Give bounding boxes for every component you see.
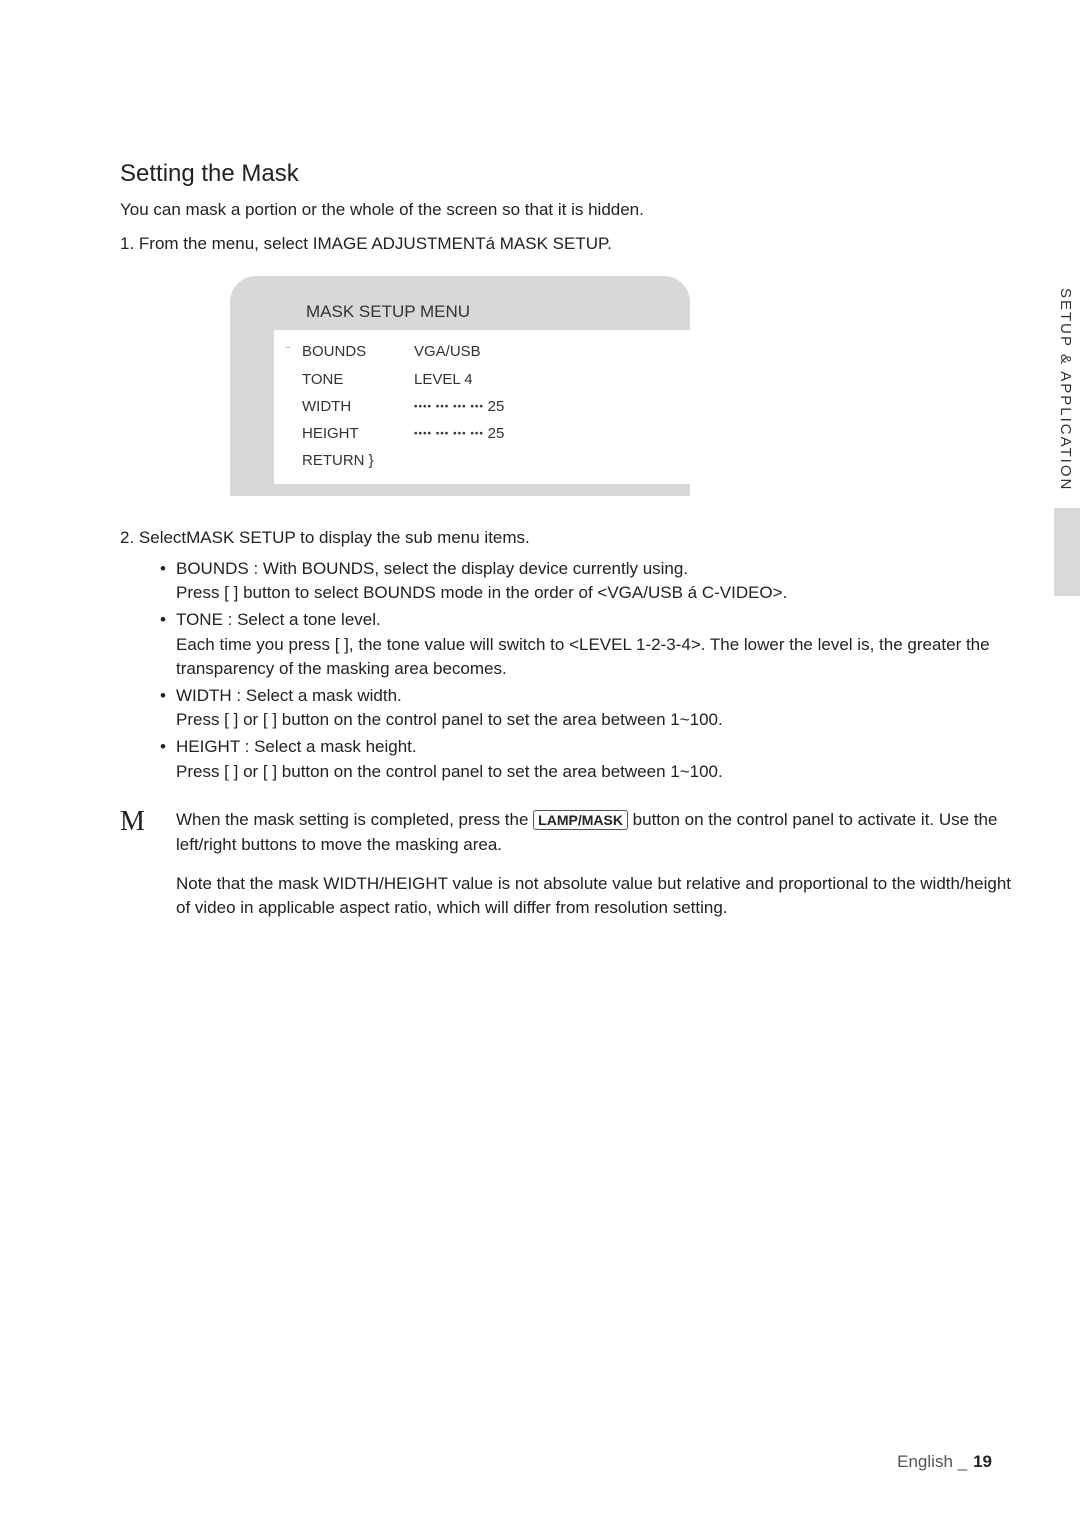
- step-2-bullets: BOUNDS : With BOUNDS, select the display…: [160, 557, 1020, 785]
- step-1: 1. From the menu, select IMAGE ADJUSTMEN…: [120, 234, 1020, 254]
- menu-label: WIDTH: [302, 398, 414, 415]
- menu-label: RETURN }: [302, 452, 414, 469]
- slider-dots-icon: •••• ••• ••• •••: [414, 429, 488, 440]
- menu-row-return: RETURN }: [274, 447, 690, 474]
- menu-value-num: 25: [488, 398, 505, 415]
- menu-row-width: WIDTH •••• ••• ••• ••• 25: [274, 393, 690, 420]
- menu-row-height: HEIGHT •••• ••• ••• ••• 25: [274, 420, 690, 447]
- note-text: When the mask setting is completed, pres…: [176, 810, 533, 829]
- menu-caret-icon: ¨: [274, 343, 302, 361]
- menu-row-bounds: ¨ BOUNDS VGA/USB: [274, 338, 690, 366]
- note-line-1: When the mask setting is completed, pres…: [176, 808, 1020, 857]
- menu-value: LEVEL 4: [414, 371, 690, 388]
- bullet-text: WIDTH : Select a mask width.: [176, 686, 402, 705]
- menu-label: TONE: [302, 371, 414, 388]
- bullet-text: TONE : Select a tone level.: [176, 610, 381, 629]
- note-m-icon: M: [120, 808, 176, 836]
- intro-text: You can mask a portion or the whole of t…: [120, 200, 1020, 220]
- step-2-lead: 2. SelectMASK SETUP to display the sub m…: [120, 526, 1020, 551]
- side-chapter-label: SETUP & APPLICATION: [1057, 288, 1074, 491]
- note-body: When the mask setting is completed, pres…: [176, 808, 1020, 921]
- section-heading: Setting the Mask: [120, 160, 1020, 188]
- manual-page: Setting the Mask You can mask a portion …: [0, 0, 1080, 1532]
- bullet-height: HEIGHT : Select a mask height. Press [ ]…: [160, 735, 1020, 784]
- footer-page-number: 19: [973, 1452, 992, 1471]
- step-2-block: 2. SelectMASK SETUP to display the sub m…: [120, 526, 1020, 784]
- menu-row-tone: TONE LEVEL 4: [274, 366, 690, 393]
- side-chapter-tab: SETUP & APPLICATION: [1054, 276, 1080, 596]
- bullet-text: HEIGHT : Select a mask height.: [176, 737, 417, 756]
- bullet-text: Press [ ] or [ ] button on the control p…: [176, 760, 1020, 785]
- lamp-mask-key-icon: LAMP/MASK: [533, 810, 628, 830]
- menu-label: HEIGHT: [302, 425, 414, 442]
- menu-value: VGA/USB: [414, 343, 690, 361]
- menu-label: BOUNDS: [302, 343, 414, 361]
- footer-language: English _: [897, 1452, 967, 1471]
- menu-title: MASK SETUP MENU: [230, 296, 690, 330]
- bullet-tone: TONE : Select a tone level. Each time yo…: [160, 608, 1020, 682]
- mask-setup-menu-panel: MASK SETUP MENU ¨ BOUNDS VGA/USB TONE LE…: [230, 276, 690, 496]
- menu-value-num: 25: [488, 425, 505, 442]
- bullet-text: Press [ ] or [ ] button on the control p…: [176, 708, 1020, 733]
- bullet-text: Press [ ] button to select BOUNDS mode i…: [176, 581, 1020, 606]
- menu-value: •••• ••• ••• ••• 25: [414, 398, 690, 415]
- menu-inner: ¨ BOUNDS VGA/USB TONE LEVEL 4 WIDTH ••••…: [274, 330, 690, 484]
- slider-dots-icon: •••• ••• ••• •••: [414, 402, 488, 413]
- bullet-text: BOUNDS : With BOUNDS, select the display…: [176, 559, 688, 578]
- bullet-text: Each time you press [ ], the tone value …: [176, 633, 1020, 682]
- bullet-width: WIDTH : Select a mask width. Press [ ] o…: [160, 684, 1020, 733]
- page-footer: English _ 19: [897, 1452, 992, 1472]
- menu-value: •••• ••• ••• ••• 25: [414, 425, 690, 442]
- note-line-2: Note that the mask WIDTH/HEIGHT value is…: [176, 872, 1020, 921]
- note-block: M When the mask setting is completed, pr…: [120, 808, 1020, 921]
- bullet-bounds: BOUNDS : With BOUNDS, select the display…: [160, 557, 1020, 606]
